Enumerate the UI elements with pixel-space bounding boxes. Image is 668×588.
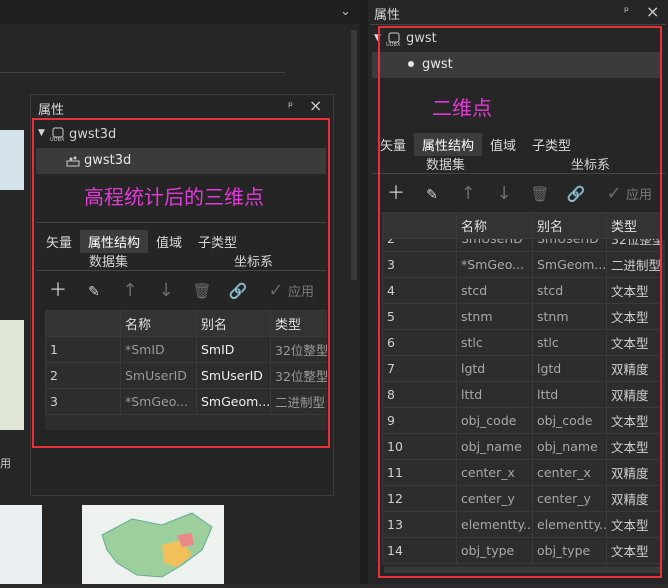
workspace-scrollbar[interactable] xyxy=(351,30,357,280)
thumbnail-label-fragment: 用 xyxy=(0,457,11,470)
section-divider xyxy=(370,24,666,25)
panel-title: 属性 xyxy=(38,103,65,118)
map-thumbnail[interactable] xyxy=(82,505,224,584)
close-icon[interactable]: × xyxy=(646,2,659,21)
close-icon[interactable]: × xyxy=(309,96,322,115)
china-map-icon xyxy=(101,512,213,578)
map-thumbnail[interactable] xyxy=(0,505,42,584)
workspace-separator xyxy=(0,72,285,73)
map-thumbnail[interactable] xyxy=(0,130,24,190)
pin-icon[interactable]: ᵖ xyxy=(288,99,293,113)
map-thumbnail[interactable] xyxy=(0,320,24,430)
chevron-down-icon[interactable]: ⌄ xyxy=(340,4,351,19)
pin-icon[interactable]: ᵖ xyxy=(624,4,629,18)
panel-splitter[interactable] xyxy=(360,0,368,584)
highlight-box xyxy=(378,26,662,578)
panel-title: 属性 xyxy=(374,8,401,23)
workspace-top-bar xyxy=(0,0,360,24)
highlight-box xyxy=(32,118,330,448)
